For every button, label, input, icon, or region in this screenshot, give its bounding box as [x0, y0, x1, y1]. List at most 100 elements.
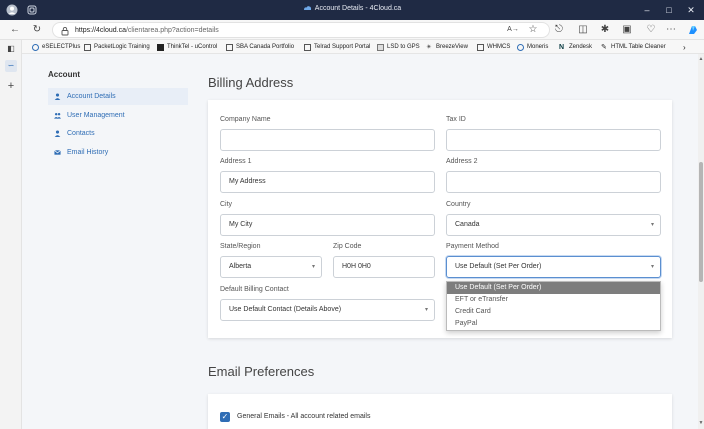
- back-arrow-icon[interactable]: ←: [8, 23, 22, 37]
- window-title-text: Account Details - 4Cloud.ca: [314, 5, 402, 12]
- url-path: /clientarea.php?action=details: [125, 27, 219, 34]
- tab-list-icon[interactable]: ◧: [5, 43, 17, 55]
- payment-option-eft[interactable]: EFT or eTransfer: [447, 294, 660, 306]
- sidebar-item-account-details[interactable]: Account Details: [48, 88, 188, 105]
- city-input[interactable]: My City: [220, 214, 435, 236]
- address2-input[interactable]: [446, 171, 661, 193]
- site-favicon-icon: [303, 6, 311, 10]
- close-button[interactable]: ✕: [684, 3, 698, 17]
- bookmarks-overflow-chevron-icon[interactable]: ›: [683, 42, 686, 52]
- more-menu-icon[interactable]: ⋯: [664, 23, 678, 37]
- state-region-select[interactable]: Alberta: [220, 256, 322, 278]
- maximize-button[interactable]: □: [662, 3, 676, 17]
- bookmark-moneris[interactable]: Moneris: [517, 42, 548, 52]
- payment-option-paypal[interactable]: PayPal: [447, 318, 660, 330]
- sidebar-item-email-history[interactable]: Email History: [48, 144, 188, 161]
- active-tab-icon[interactable]: ∽: [5, 60, 17, 72]
- new-tab-plus-icon[interactable]: +: [5, 80, 17, 92]
- company-name-input[interactable]: [220, 129, 435, 151]
- bookmark-whmcs[interactable]: WHMCS: [477, 42, 510, 52]
- lock-icon[interactable]: [60, 26, 70, 36]
- bookmarks-bar: eSELECTPlus PacketLogic Training ThinkTe…: [0, 40, 704, 54]
- company-name-label: Company Name: [220, 116, 271, 123]
- tax-id-input[interactable]: [446, 129, 661, 151]
- scroll-up-arrow-icon[interactable]: ▲: [698, 56, 704, 62]
- general-emails-label: General Emails - All account related ema…: [237, 413, 371, 420]
- general-emails-checkbox[interactable]: ✓: [220, 412, 230, 422]
- payment-method-label: Payment Method: [446, 243, 499, 250]
- bookmark-breezeview[interactable]: ✴ BreezeView: [426, 42, 468, 52]
- zendesk-favicon-icon: N: [559, 43, 565, 51]
- payment-option-credit-card[interactable]: Credit Card: [447, 306, 660, 318]
- thinktel-favicon-icon: [157, 43, 164, 51]
- copilot-icon[interactable]: [686, 23, 700, 37]
- tax-id-label: Tax ID: [446, 116, 466, 123]
- bookmark-label: SBA Canada Portfolio: [236, 44, 295, 50]
- bookmark-sba-canada-portfolio[interactable]: SBA Canada Portfolio: [226, 42, 294, 52]
- url-host: https://4cloud.ca: [75, 27, 126, 34]
- default-billing-contact-label: Default Billing Contact: [220, 286, 289, 293]
- collections-icon[interactable]: ▣: [620, 23, 634, 37]
- default-billing-contact-select[interactable]: Use Default Contact (Details Above): [220, 299, 435, 321]
- bookmark-label: Moneris: [527, 44, 549, 50]
- zip-code-input[interactable]: H0H 0H0: [333, 256, 435, 278]
- address1-label: Address 1: [220, 158, 252, 165]
- url-text[interactable]: https://4cloud.ca/clientarea.php?action=…: [75, 27, 219, 34]
- bookmark-label: PacketLogic Training: [94, 44, 150, 50]
- browser-essentials-icon[interactable]: ♡: [644, 23, 658, 37]
- envelope-icon: [54, 150, 61, 155]
- city-label: City: [220, 201, 233, 208]
- bookmark-eselectplus[interactable]: eSELECTPlus: [32, 42, 80, 52]
- scrollbar-thumb[interactable]: [699, 162, 703, 282]
- scroll-down-arrow-icon[interactable]: ▼: [698, 420, 704, 426]
- bookmark-label: LSD to GPS: [387, 44, 420, 50]
- payment-option-default[interactable]: Use Default (Set Per Order): [447, 282, 660, 294]
- address-bar[interactable]: https://4cloud.ca/clientarea.php?action=…: [52, 22, 550, 38]
- bookmark-label: eSELECTPlus: [42, 44, 81, 50]
- payment-method-select[interactable]: Use Default (Set Per Order): [446, 256, 661, 278]
- bookmark-telrad-support-portal[interactable]: Telrad Support Portal: [304, 42, 370, 52]
- favorite-star-icon[interactable]: ☆: [526, 23, 540, 37]
- sidebar-item-contacts[interactable]: Contacts: [48, 125, 188, 142]
- favorites-icon[interactable]: ✱: [598, 23, 612, 37]
- swirl-favicon-icon: [32, 43, 39, 51]
- user-icon: [54, 93, 61, 100]
- users-icon: [54, 112, 61, 119]
- document-icon: [477, 43, 484, 51]
- sidebar-item-label: Contacts: [67, 130, 95, 137]
- bookmark-packetlogic-training[interactable]: PacketLogic Training: [84, 42, 150, 52]
- zip-code-label: Zip Code: [333, 243, 362, 250]
- extension-icon[interactable]: ⎋: [552, 23, 566, 37]
- document-icon: [226, 43, 233, 51]
- window-titlebar: Account Details - 4Cloud.ca – □ ✕: [0, 0, 704, 20]
- document-icon: [84, 43, 91, 51]
- sidebar-item-label: Email History: [67, 149, 109, 156]
- split-screen-icon[interactable]: ◫: [576, 23, 590, 37]
- country-select[interactable]: Canada: [446, 214, 661, 236]
- payment-method-dropdown: Use Default (Set Per Order) EFT or eTran…: [446, 281, 661, 331]
- account-sidebar-title: Account: [48, 70, 80, 79]
- email-preferences-heading: Email Preferences: [208, 364, 315, 379]
- contact-icon: [54, 130, 61, 137]
- grid-favicon-icon: [377, 43, 384, 51]
- bookmark-thinktel-ucontrol[interactable]: ThinkTel - uControl: [157, 42, 217, 52]
- read-aloud-icon[interactable]: A→: [506, 23, 520, 37]
- pen-favicon-icon: ✎: [601, 43, 607, 51]
- bookmark-label: WHMCS: [487, 44, 511, 50]
- bookmark-html-table-cleaner[interactable]: ✎ HTML Table Cleaner: [601, 42, 666, 52]
- refresh-icon[interactable]: ↻: [30, 23, 44, 37]
- bookmark-label: ThinkTel - uControl: [167, 44, 218, 50]
- bookmark-label: Zendesk: [569, 44, 593, 50]
- minimize-button[interactable]: –: [640, 3, 654, 17]
- window-title: Account Details - 4Cloud.ca: [0, 5, 704, 12]
- browser-toolbar: ← ↻ https://4cloud.ca/clientarea.php?act…: [0, 20, 704, 40]
- page-scrollbar[interactable]: ▲ ▼: [698, 54, 704, 429]
- page-content: Account Account Details User Management …: [22, 54, 698, 429]
- bookmark-zendesk[interactable]: N Zendesk: [559, 42, 592, 52]
- bookmark-lsd-to-gps[interactable]: LSD to GPS: [377, 42, 420, 52]
- address1-input[interactable]: My Address: [220, 171, 435, 193]
- billing-address-heading: Billing Address: [208, 75, 294, 90]
- browser-sidebar: ◧ ∽ +: [0, 40, 22, 429]
- moneris-favicon-icon: [517, 43, 524, 51]
- sidebar-item-user-management[interactable]: User Management: [48, 107, 188, 124]
